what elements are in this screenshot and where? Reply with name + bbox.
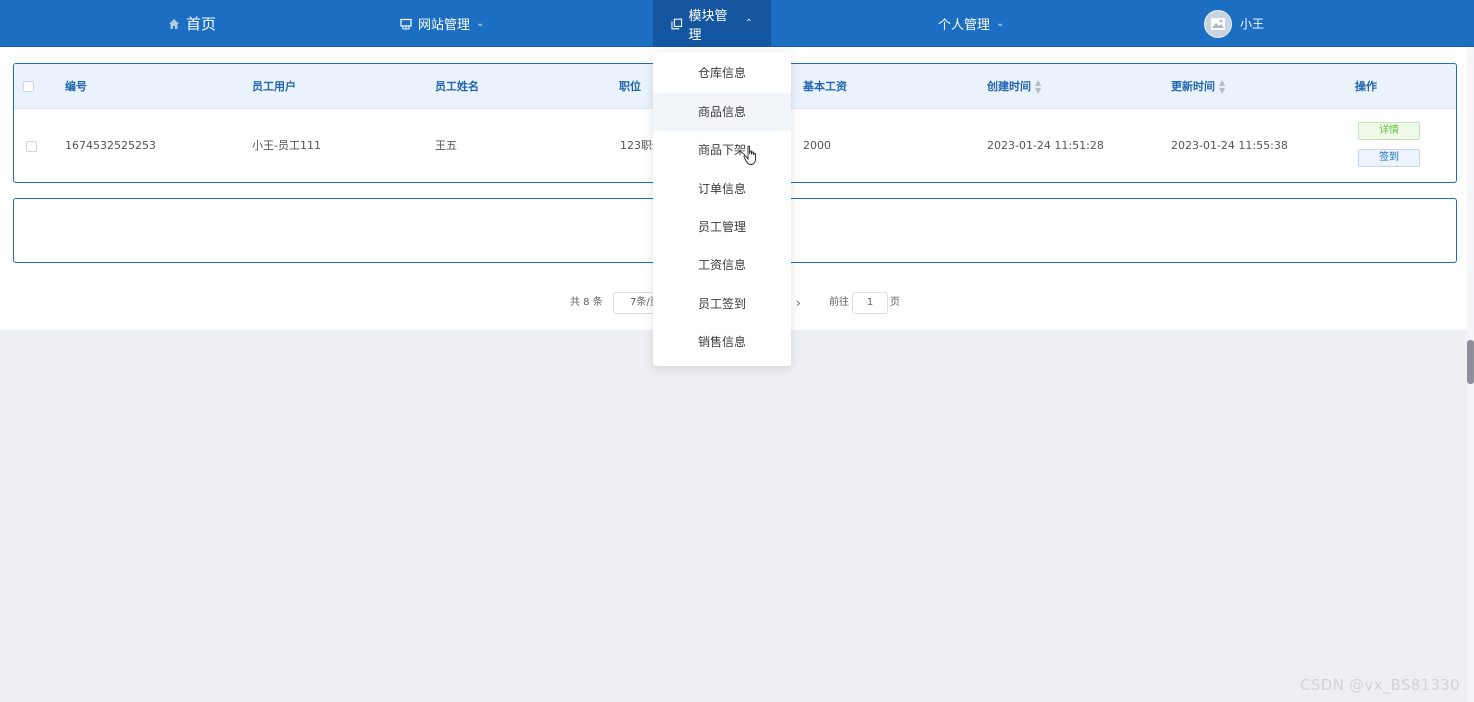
sort-icon[interactable]: ▲ ▼ — [1035, 79, 1041, 95]
goto-label: 前往 — [829, 297, 849, 308]
hand-cursor-icon — [743, 145, 756, 165]
cell-salary: 2000 — [803, 139, 831, 152]
nav-home-label: 首页 — [186, 15, 217, 33]
nav-site-management-label: 网站管理 — [418, 18, 471, 33]
menu-item-attendance[interactable]: 员工签到 — [653, 285, 791, 323]
cell-user: 小王-员工111 — [252, 139, 321, 152]
chevron-up-icon: ⌃ — [744, 18, 753, 29]
row-checkbox[interactable] — [26, 141, 37, 152]
cell-updated: 2023-01-24 11:55:38 — [1171, 139, 1288, 152]
cell-created: 2023-01-24 11:51:28 — [987, 139, 1104, 152]
col-name: 员工姓名 — [435, 80, 479, 93]
user-menu[interactable]: 小王 — [1204, 0, 1264, 47]
nav-site-management[interactable]: 网站管理 ⌄ — [400, 0, 484, 47]
sort-icon[interactable]: ▲ ▼ — [1219, 79, 1225, 95]
scrollbar-thumb[interactable] — [1467, 340, 1474, 384]
col-actions: 操作 — [1355, 80, 1377, 93]
menu-item-orders[interactable]: 订单信息 — [653, 170, 791, 208]
nav-personal-management[interactable]: 个人管理 ⌄ — [938, 0, 1004, 47]
detail-button[interactable]: 详情 — [1358, 122, 1420, 140]
menu-item-employees[interactable]: 员工管理 — [653, 208, 791, 246]
chevron-down-icon: ⌄ — [476, 18, 485, 29]
chevron-down-icon: ⌄ — [996, 18, 1005, 29]
col-user: 员工用户 — [252, 80, 296, 93]
col-salary: 基本工资 — [803, 80, 847, 93]
col-id: 编号 — [65, 80, 87, 93]
select-all-checkbox[interactable] — [23, 81, 34, 92]
menu-item-warehouse[interactable]: 仓库信息 — [653, 54, 791, 92]
watermark: CSDN @vx_BS81330 — [1300, 676, 1460, 694]
menu-item-sales[interactable]: 销售信息 — [653, 323, 791, 361]
nav-personal-management-label: 个人管理 — [938, 18, 991, 33]
next-page-button[interactable]: › — [796, 290, 801, 316]
col-created[interactable]: 创建时间 ▲ ▼ — [987, 64, 1041, 109]
nav-home[interactable]: 首页 — [168, 0, 216, 47]
nav-module-management[interactable]: 模块管理 ⌃ — [653, 0, 771, 47]
nav-module-management-label: 模块管理 — [688, 8, 728, 43]
menu-item-products[interactable]: 商品信息 — [653, 93, 791, 131]
monitor-icon — [400, 18, 412, 29]
sign-in-button[interactable]: 签到 — [1358, 149, 1420, 167]
page-input[interactable]: 1 — [852, 292, 888, 314]
menu-item-product-removal[interactable]: 商品下架 — [653, 131, 791, 169]
col-position: 职位 — [619, 80, 641, 93]
col-created-label: 创建时间 — [987, 80, 1031, 93]
col-updated-label: 更新时间 — [1171, 80, 1215, 93]
copy-icon — [671, 18, 683, 29]
image-icon — [1211, 17, 1225, 30]
home-icon — [169, 18, 179, 29]
module-dropdown-menu: 仓库信息 商品信息 商品下架 订单信息 员工管理 工资信息 员工签到 销售信息 — [653, 52, 791, 366]
page-suffix: 页 — [890, 297, 900, 308]
col-updated[interactable]: 更新时间 ▲ ▼ — [1171, 64, 1225, 109]
menu-item-salary[interactable]: 工资信息 — [653, 246, 791, 284]
top-navbar: 首页 网站管理 ⌄ 模块管理 ⌃ 个人管理 ⌄ 小王 — [0, 0, 1474, 47]
pagination-total: 共 8 条 — [570, 297, 603, 308]
avatar — [1204, 9, 1232, 38]
user-name: 小王 — [1240, 17, 1265, 31]
cell-id: 1674532525253 — [65, 139, 156, 152]
cell-name: 王五 — [435, 139, 457, 152]
